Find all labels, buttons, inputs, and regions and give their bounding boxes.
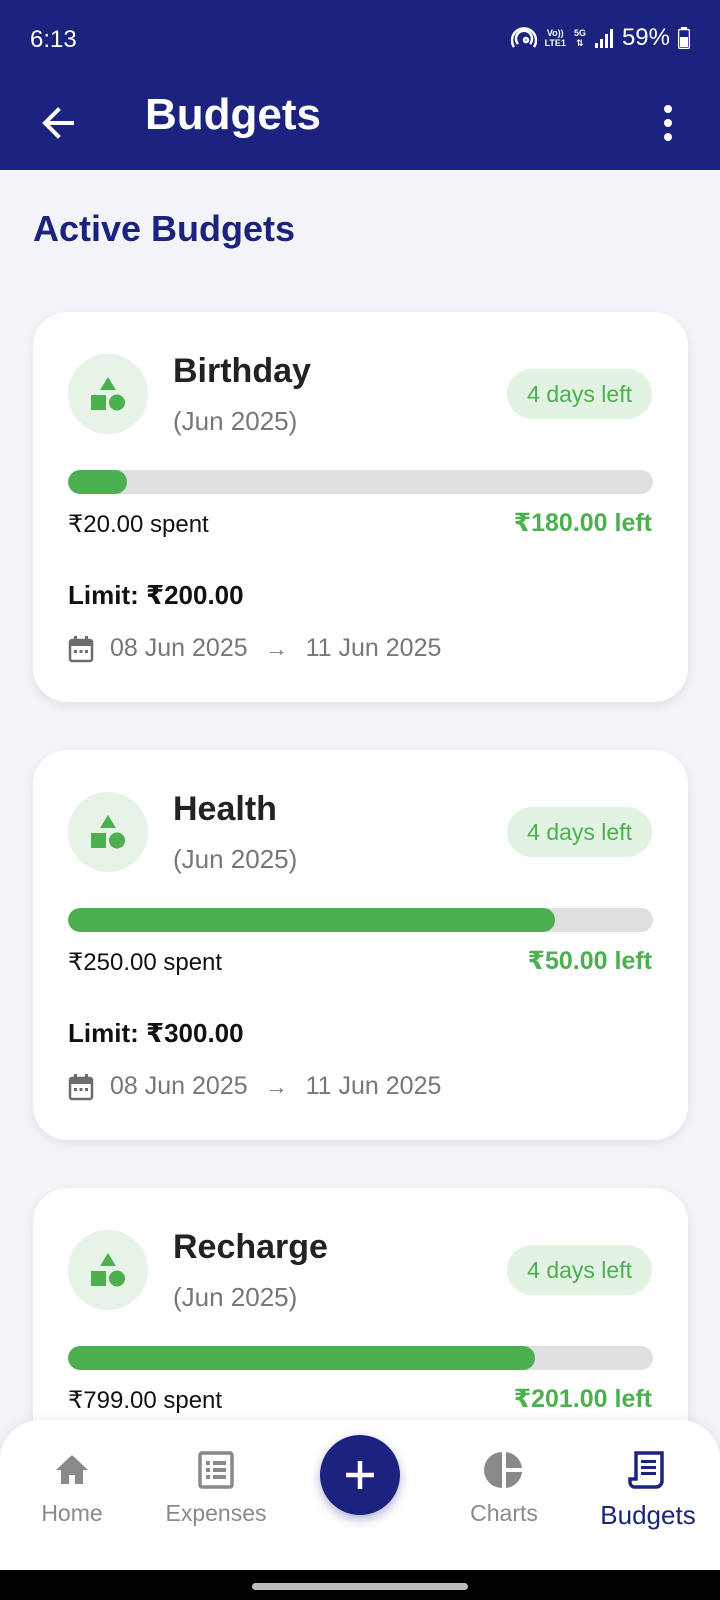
budget-limit: Limit: ₹200.00 [68,580,244,610]
budget-name: Recharge [173,1228,328,1266]
category-icon [68,792,148,872]
budget-name: Birthday [173,352,311,390]
progress-bar [68,470,653,494]
status-bar: 6:13 Vo)) LTE1 5G ⇅ 59% [0,0,720,80]
spent-amount: ₹20.00 spent [68,511,209,538]
budget-limit: Limit: ₹300.00 [68,1018,244,1048]
nav-label: Charts [470,1500,538,1526]
shapes-icon [91,1253,125,1287]
plus-icon [346,1461,374,1489]
nav-label: Home [41,1500,103,1526]
nav-budgets[interactable]: Budgets [578,1450,718,1531]
end-date: 11 Jun 2025 [305,1072,442,1100]
more-options-icon[interactable] [656,98,680,148]
progress-fill [68,470,127,494]
add-budget-button[interactable] [320,1435,400,1515]
progress-bar [68,1346,653,1370]
status-icons: Vo)) LTE1 5G ⇅ 59% [510,24,690,52]
category-icon [68,1230,148,1310]
spent-amount: ₹799.00 spent [68,1387,223,1414]
receipt-icon [628,1451,664,1489]
battery-icon [678,27,690,49]
date-arrow: → [265,1073,288,1099]
remaining-amount: ₹50.00 left [527,947,652,975]
shapes-icon [91,815,125,849]
app-bar: Budgets [0,80,720,170]
start-date: 08 Jun 2025 [110,1072,248,1100]
nav-expenses[interactable]: Expenses [146,1450,286,1527]
progress-fill [68,1346,536,1370]
status-time: 6:13 [30,26,77,53]
budget-card[interactable]: Health (Jun 2025) 4 days left ₹250.00 sp… [33,750,688,1140]
back-arrow-icon[interactable] [34,98,84,148]
nav-home[interactable]: Home [2,1450,142,1527]
start-date: 08 Jun 2025 [110,634,248,662]
budget-period: (Jun 2025) [173,1282,298,1312]
days-left-badge: 4 days left [507,807,652,857]
volte-indicator: Vo)) LTE1 [544,28,566,48]
section-title: Active Budgets [33,208,296,249]
list-icon [198,1451,234,1489]
category-icon [68,354,148,434]
bottom-nav: Home Expenses Charts Budgets [0,1420,720,1570]
calendar-icon [68,635,94,662]
nav-label: Expenses [165,1500,267,1526]
net-type-indicator: 5G ⇅ [573,28,586,48]
date-range: 08 Jun 2025 → 11 Jun 2025 [68,634,441,663]
home-gesture-bar[interactable] [252,1583,468,1590]
date-arrow: → [265,635,288,661]
battery-level: 59% [621,24,670,51]
signal-icon [594,29,613,48]
calendar-icon [68,1073,94,1100]
end-date: 11 Jun 2025 [305,634,442,662]
budget-period: (Jun 2025) [173,844,298,874]
remaining-amount: ₹180.00 left [513,509,652,537]
budget-period: (Jun 2025) [173,406,298,436]
budget-name: Health [173,790,277,828]
days-left-badge: 4 days left [507,1245,652,1295]
budget-card[interactable]: Birthday (Jun 2025) 4 days left ₹20.00 s… [33,312,688,702]
system-nav-bar [0,1570,720,1600]
progress-bar [68,908,653,932]
nav-charts[interactable]: Charts [434,1450,574,1527]
page-title: Budgets [145,90,321,139]
shapes-icon [91,377,125,411]
nav-label: Budgets [600,1500,696,1530]
home-icon [56,1455,88,1484]
hotspot-icon [510,27,537,48]
progress-fill [68,908,556,932]
date-range: 08 Jun 2025 → 11 Jun 2025 [68,1072,441,1101]
remaining-amount: ₹201.00 left [513,1385,652,1413]
days-left-badge: 4 days left [507,369,652,419]
pie-chart-icon [484,1452,522,1488]
spent-amount: ₹250.00 spent [68,949,223,976]
